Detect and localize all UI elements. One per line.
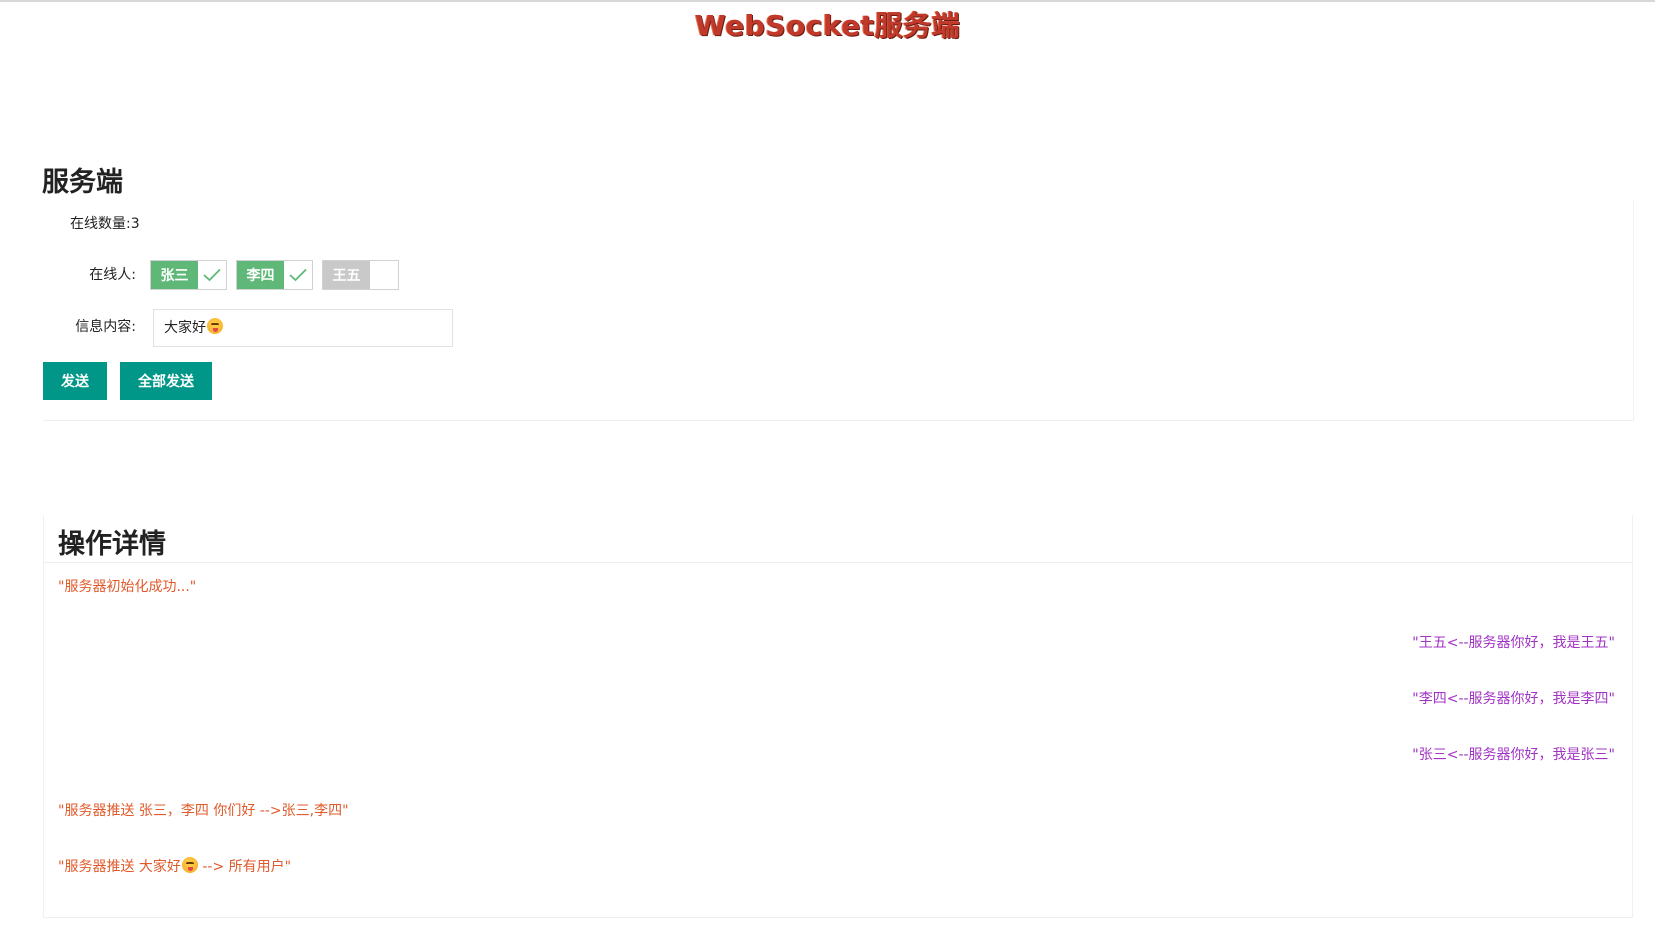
message-input[interactable]: 大家好	[153, 309, 453, 347]
user-checkbox-wangwu[interactable]: 王五	[322, 260, 399, 290]
log-entry-text-end: --> 所有用户"	[197, 859, 292, 875]
send-all-button[interactable]: 全部发送	[120, 362, 212, 400]
user-checkbox-lisi[interactable]: 李四	[236, 260, 313, 290]
user-checkbox-zhangsan[interactable]: 张三	[150, 260, 227, 290]
log-entry: "张三<--服务器你好，我是张三"	[1412, 747, 1615, 763]
user-checkbox-label: 张三	[151, 261, 198, 289]
app-title: WebSocket服务端	[694, 9, 961, 42]
message-input-text: 大家好	[164, 320, 206, 336]
server-section-title: 服务端	[42, 167, 123, 198]
details-section-title: 操作详情	[58, 529, 166, 560]
unchecked-box	[370, 261, 398, 289]
log-entry: "服务器推送 张三，李四 你们好 -->张三,李四"	[58, 803, 349, 819]
log-entry: "李四<--服务器你好，我是李四"	[1412, 691, 1615, 707]
check-icon	[198, 261, 226, 289]
message-label: 信息内容:	[75, 319, 136, 335]
top-border	[0, 0, 1655, 2]
details-header-divider	[43, 562, 1633, 563]
online-users-label: 在线人:	[89, 267, 136, 283]
log-entry: "服务器初始化成功..."	[58, 579, 197, 595]
user-checkbox-label: 王五	[323, 261, 370, 289]
log-entry: "服务器推送 大家好 --> 所有用户"	[58, 856, 291, 876]
user-checkbox-label: 李四	[237, 261, 284, 289]
log-entry: "王五<--服务器你好，我是王五"	[1412, 635, 1615, 651]
grinning-tongue-emoji-icon	[207, 318, 223, 334]
grinning-tongue-emoji-icon	[181, 857, 198, 873]
online-count: 在线数量:3	[70, 216, 140, 232]
log-entry-text-start: "服务器推送 大家好	[58, 859, 181, 875]
check-icon	[284, 261, 312, 289]
send-button[interactable]: 发送	[43, 362, 107, 400]
